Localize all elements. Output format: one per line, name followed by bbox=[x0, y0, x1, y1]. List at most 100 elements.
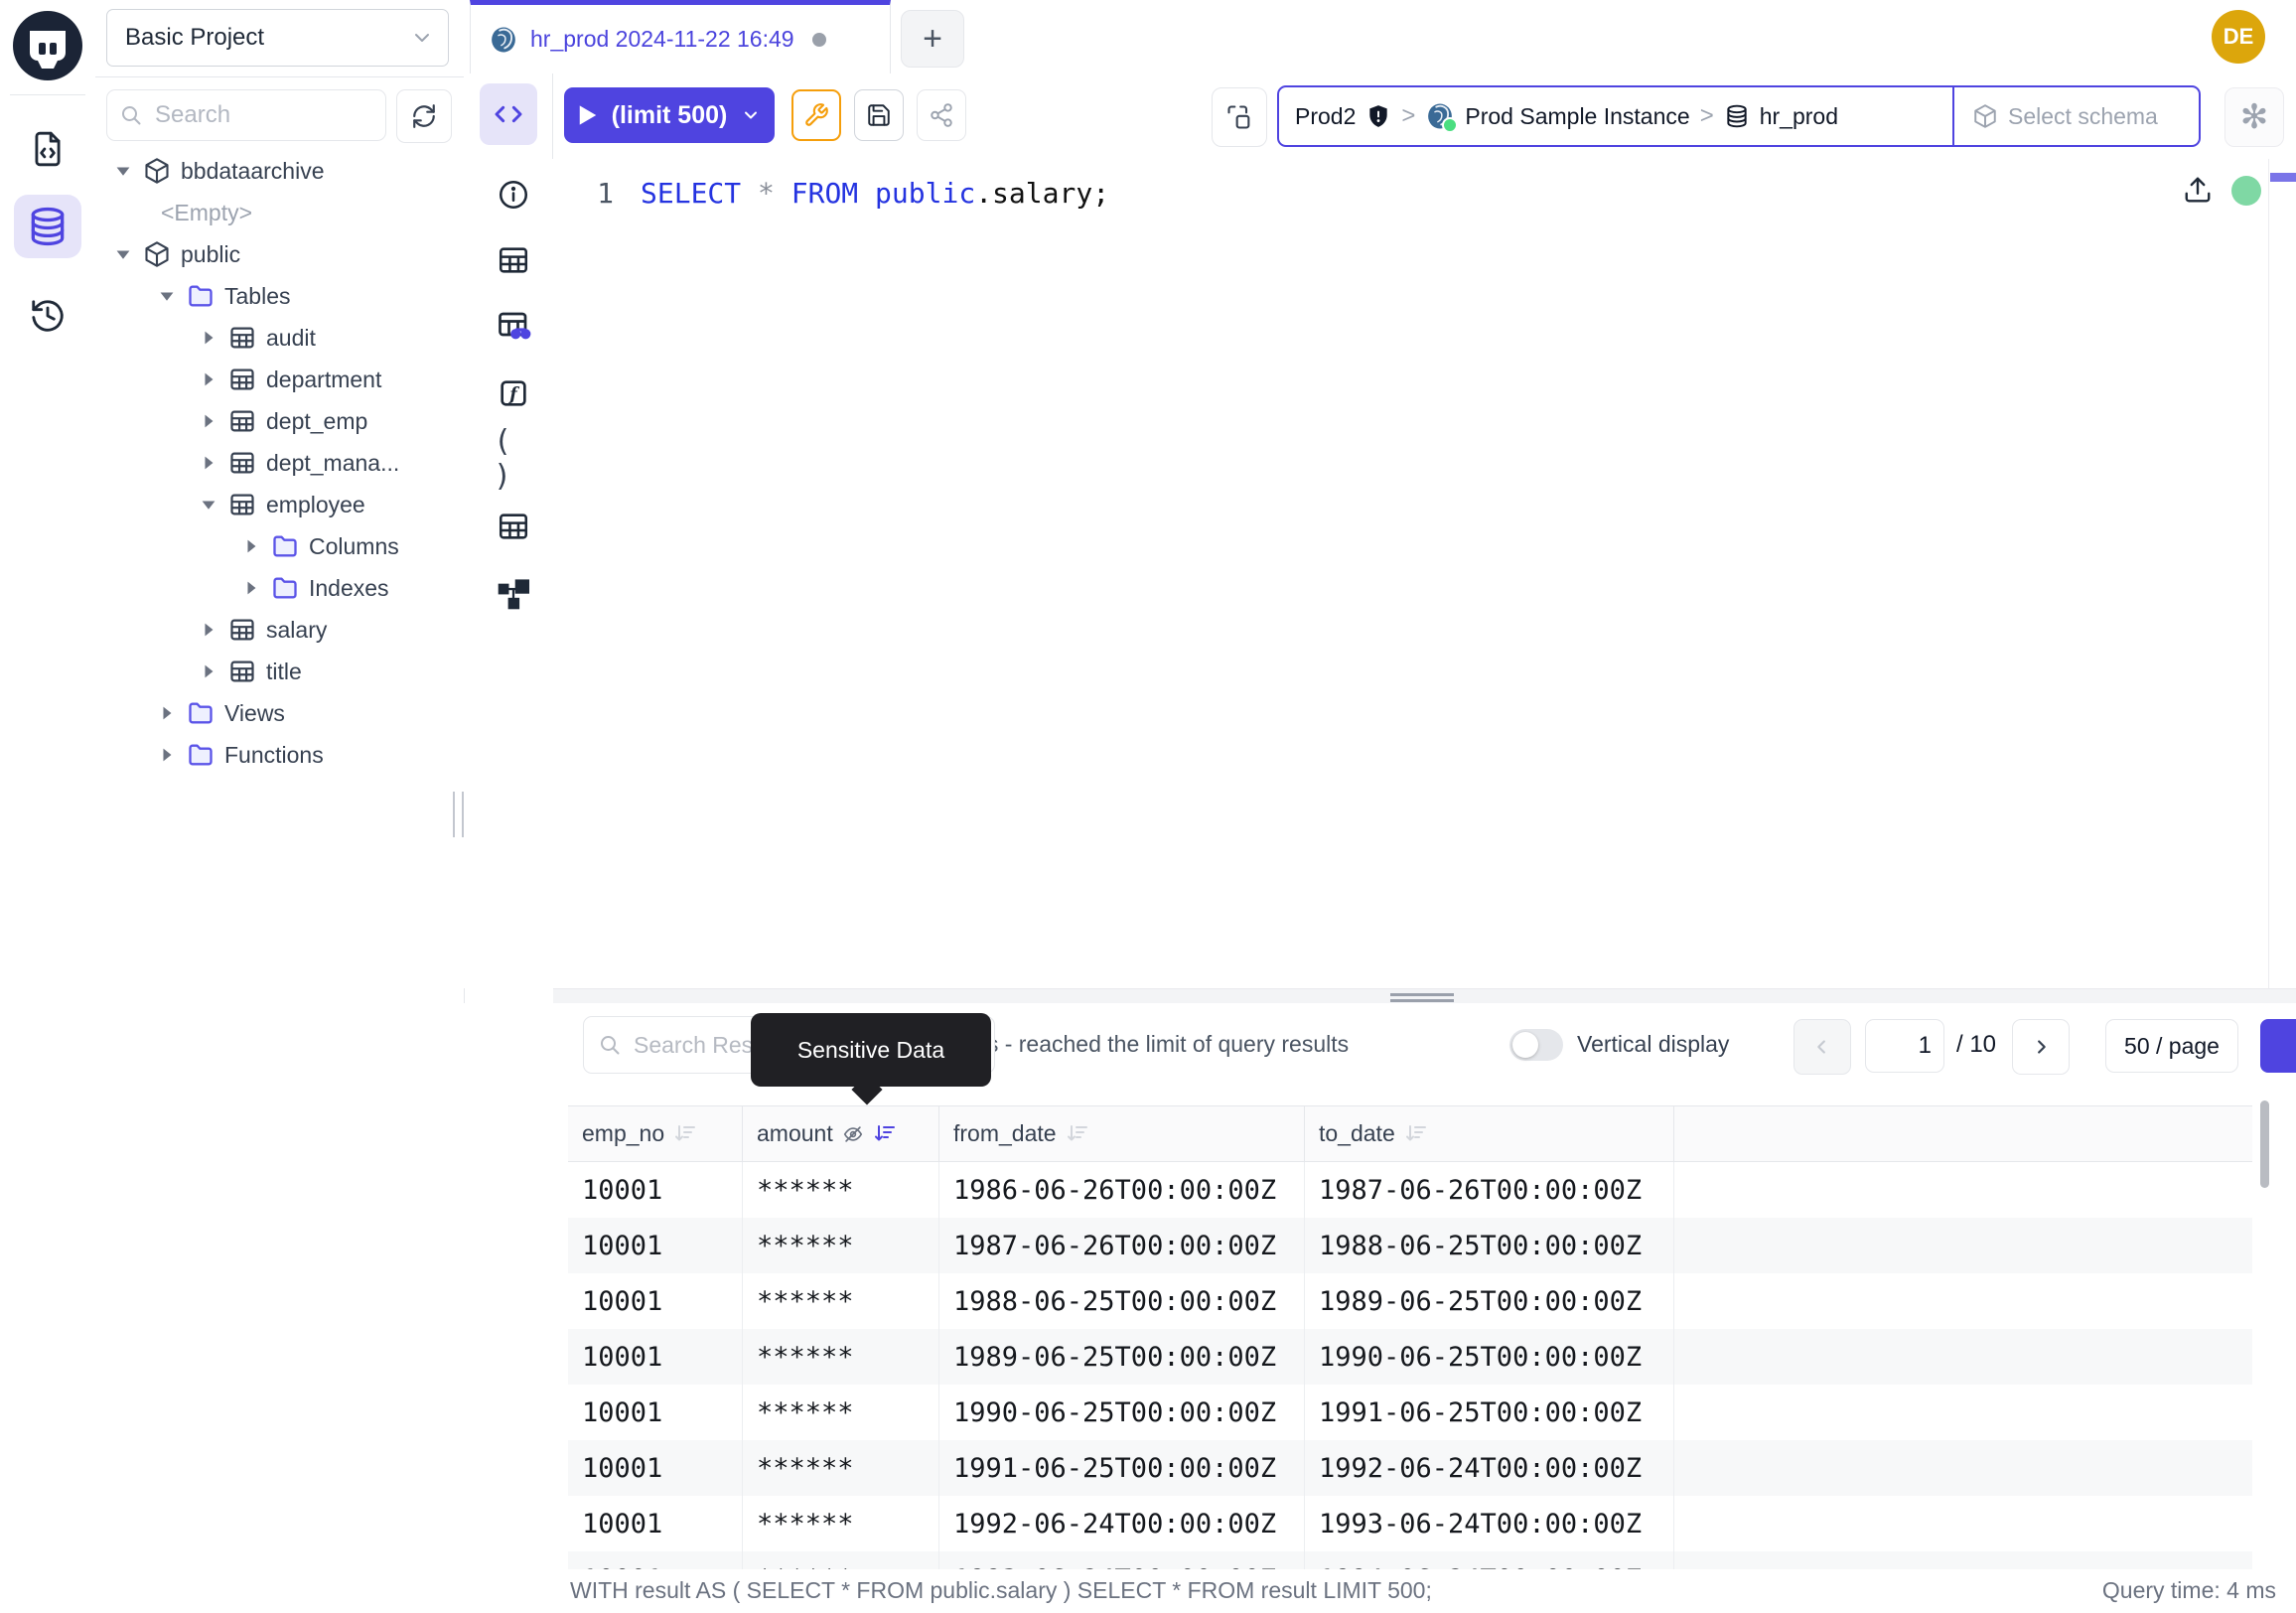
parameters-panel-icon[interactable]: ( ) bbox=[494, 439, 533, 479]
tables-panel-icon[interactable] bbox=[494, 507, 533, 546]
table-cell[interactable]: 10001 bbox=[568, 1218, 743, 1273]
caret-right-icon[interactable] bbox=[199, 413, 218, 429]
caret-right-icon[interactable] bbox=[199, 330, 218, 346]
tree-item-views[interactable]: Views bbox=[95, 692, 525, 734]
column-header-amount[interactable]: amount bbox=[743, 1106, 939, 1161]
table-cell[interactable]: 10001 bbox=[568, 1329, 743, 1385]
sort-icon[interactable] bbox=[873, 1122, 897, 1146]
table-cell[interactable]: 1993-06-24T00:00:00Z bbox=[939, 1551, 1305, 1569]
sensitive-data-panel-icon[interactable] bbox=[494, 306, 533, 346]
avatar[interactable]: DE bbox=[2212, 10, 2265, 64]
table-cell[interactable]: ****** bbox=[743, 1162, 939, 1218]
caret-right-icon[interactable] bbox=[157, 705, 177, 721]
table-cell[interactable]: 1987-06-26T00:00:00Z bbox=[1305, 1162, 1674, 1218]
table-cell[interactable]: 1988-06-25T00:00:00Z bbox=[1305, 1218, 1674, 1273]
caret-down-icon[interactable] bbox=[113, 163, 133, 179]
sort-icon[interactable] bbox=[1066, 1122, 1089, 1146]
table-cell[interactable]: 1992-06-24T00:00:00Z bbox=[1305, 1440, 1674, 1496]
select-schema-button[interactable]: Select schema bbox=[1952, 87, 2199, 145]
table-cell[interactable]: 1989-06-25T00:00:00Z bbox=[1305, 1273, 1674, 1329]
table-cell[interactable]: 1989-06-25T00:00:00Z bbox=[939, 1329, 1305, 1385]
caret-right-icon[interactable] bbox=[199, 663, 218, 679]
tree-item-tables[interactable]: Tables bbox=[95, 275, 525, 317]
refresh-tree-button[interactable] bbox=[396, 89, 452, 143]
results-table[interactable]: emp_noamountfrom_dateto_date10001******1… bbox=[568, 1105, 2252, 1569]
function-panel-icon[interactable]: f bbox=[494, 373, 533, 413]
table-row[interactable]: 10001******1986-06-26T00:00:00Z1987-06-2… bbox=[568, 1162, 2252, 1218]
format-sql-button[interactable] bbox=[791, 89, 841, 141]
table-cell[interactable]: 1991-06-25T00:00:00Z bbox=[939, 1440, 1305, 1496]
table-cell[interactable]: ****** bbox=[743, 1218, 939, 1273]
batch-query-button[interactable] bbox=[1212, 87, 1267, 147]
column-header-from_date[interactable]: from_date bbox=[939, 1106, 1305, 1161]
table-cell[interactable]: 10001 bbox=[568, 1385, 743, 1440]
caret-right-icon[interactable] bbox=[241, 580, 261, 596]
table-cell[interactable]: ****** bbox=[743, 1273, 939, 1329]
next-page-button[interactable] bbox=[2012, 1019, 2070, 1075]
tree-item-functions[interactable]: Functions bbox=[95, 734, 525, 776]
code-panel-button[interactable] bbox=[480, 83, 537, 145]
ai-assistant-button[interactable]: ✻ bbox=[2224, 87, 2284, 147]
table-cell[interactable]: 1990-06-25T00:00:00Z bbox=[1305, 1329, 1674, 1385]
table-cell[interactable]: 1994-06-24T00:00:00Z bbox=[1305, 1551, 1674, 1569]
table-cell[interactable]: 10001 bbox=[568, 1162, 743, 1218]
sql-editor[interactable] bbox=[464, 159, 2296, 988]
table-cell[interactable]: ****** bbox=[743, 1385, 939, 1440]
page-number-input[interactable] bbox=[1865, 1019, 1944, 1073]
sidebar-item-history[interactable] bbox=[14, 284, 81, 348]
caret-down-icon[interactable] bbox=[113, 246, 133, 262]
caret-right-icon[interactable] bbox=[157, 747, 177, 763]
vertical-display-toggle[interactable] bbox=[1509, 1029, 1563, 1061]
table-row[interactable]: 10001******1988-06-25T00:00:00Z1989-06-2… bbox=[568, 1273, 2252, 1329]
run-query-button[interactable]: (limit 500) bbox=[564, 87, 775, 143]
table-row[interactable]: 10001******1987-06-26T00:00:00Z1988-06-2… bbox=[568, 1218, 2252, 1273]
caret-right-icon[interactable] bbox=[241, 538, 261, 554]
prev-page-button[interactable] bbox=[1794, 1019, 1851, 1075]
table-cell[interactable]: ****** bbox=[743, 1440, 939, 1496]
share-button[interactable] bbox=[917, 89, 966, 141]
results-scrollbar[interactable] bbox=[2260, 1100, 2269, 1188]
tree-item-empty[interactable]: <Empty> bbox=[95, 192, 519, 233]
table-cell[interactable]: 1988-06-25T00:00:00Z bbox=[939, 1273, 1305, 1329]
sidebar-search[interactable] bbox=[106, 89, 386, 141]
connection-breadcrumb[interactable]: Prod2 > Prod Sample Instance > hr_prod bbox=[1279, 87, 1952, 145]
export-button-partial[interactable] bbox=[2260, 1019, 2296, 1073]
sort-icon[interactable] bbox=[673, 1122, 697, 1146]
info-panel-icon[interactable] bbox=[494, 175, 533, 215]
tree-item-public[interactable]: public bbox=[95, 233, 482, 275]
table-row[interactable]: 10001******1992-06-24T00:00:00Z1993-06-2… bbox=[568, 1496, 2252, 1551]
table-cell[interactable]: 1992-06-24T00:00:00Z bbox=[939, 1496, 1305, 1551]
column-header-emp_no[interactable]: emp_no bbox=[568, 1106, 743, 1161]
table-row[interactable]: 10001******1989-06-25T00:00:00Z1990-06-2… bbox=[568, 1329, 2252, 1385]
table-cell[interactable]: 1990-06-25T00:00:00Z bbox=[939, 1385, 1305, 1440]
table-cell[interactable]: 10001 bbox=[568, 1496, 743, 1551]
table-cell[interactable]: 1986-06-26T00:00:00Z bbox=[939, 1162, 1305, 1218]
column-header-to_date[interactable]: to_date bbox=[1305, 1106, 1674, 1161]
sql-code-line[interactable]: SELECT * FROM public.salary; bbox=[641, 177, 1109, 210]
table-row[interactable]: 10001******1991-06-25T00:00:00Z1992-06-2… bbox=[568, 1440, 2252, 1496]
sort-icon[interactable] bbox=[1404, 1122, 1428, 1146]
upload-icon[interactable] bbox=[2183, 175, 2213, 205]
sidebar-resize-handle[interactable] bbox=[453, 792, 464, 837]
chevron-down-icon[interactable] bbox=[741, 105, 761, 125]
bytebase-logo[interactable] bbox=[13, 11, 82, 80]
table-panel-icon[interactable] bbox=[494, 240, 533, 280]
panel-resize-divider[interactable] bbox=[553, 988, 2296, 1004]
save-button[interactable] bbox=[854, 89, 904, 141]
page-size-select[interactable]: 50 / page bbox=[2105, 1019, 2238, 1073]
table-cell[interactable]: 10001 bbox=[568, 1440, 743, 1496]
tree-item-bbdataarchive[interactable]: bbdataarchive bbox=[95, 150, 482, 192]
sidebar-item-databases[interactable] bbox=[14, 195, 81, 258]
add-tab-button[interactable]: + bbox=[901, 10, 964, 68]
caret-right-icon[interactable] bbox=[199, 455, 218, 471]
table-cell[interactable]: ****** bbox=[743, 1496, 939, 1551]
caret-right-icon[interactable] bbox=[199, 371, 218, 387]
table-cell[interactable]: ****** bbox=[743, 1551, 939, 1569]
table-cell[interactable]: 10001 bbox=[568, 1551, 743, 1569]
sidebar-item-worksheets[interactable] bbox=[14, 117, 81, 181]
table-cell[interactable]: 1993-06-24T00:00:00Z bbox=[1305, 1496, 1674, 1551]
table-cell[interactable]: ****** bbox=[743, 1329, 939, 1385]
caret-right-icon[interactable] bbox=[199, 622, 218, 638]
table-row[interactable]: 10001******1990-06-25T00:00:00Z1991-06-2… bbox=[568, 1385, 2252, 1440]
table-row[interactable]: 10001******1993-06-24T00:00:00Z1994-06-2… bbox=[568, 1551, 2252, 1569]
